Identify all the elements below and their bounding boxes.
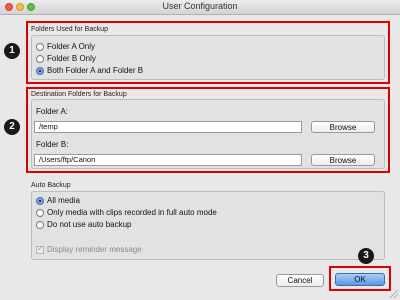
radio-button[interactable]	[36, 54, 44, 63]
callout-badge-3: 3	[358, 248, 374, 264]
folder-a-browse-button[interactable]: Browse	[311, 121, 375, 133]
callout-badge-1: 1	[4, 43, 20, 59]
callout-badge-2: 2	[4, 119, 20, 135]
option-label: Both Folder A and Folder B	[47, 66, 144, 75]
resize-grip-icon[interactable]	[390, 290, 398, 298]
option-label: All media	[47, 196, 80, 205]
radio-button-selected[interactable]	[36, 196, 44, 205]
option-label: Do not use auto backup	[47, 220, 132, 229]
option-folder-b-only[interactable]: Folder B Only	[36, 54, 96, 63]
folder-b-browse-button[interactable]: Browse	[311, 154, 375, 166]
option-both-folders[interactable]: Both Folder A and Folder B	[36, 66, 143, 75]
option-all-media[interactable]: All media	[36, 196, 80, 205]
option-folder-a-only[interactable]: Folder A Only	[36, 42, 95, 51]
cancel-button[interactable]: Cancel	[276, 274, 324, 287]
reminder-label: Display reminder message	[47, 245, 142, 254]
destination-label: Destination Folders for Backup	[31, 91, 127, 98]
display-reminder-option: Display reminder message	[36, 244, 142, 254]
radio-button[interactable]	[36, 208, 44, 217]
radio-button-selected[interactable]	[36, 66, 44, 75]
folders-used-label: Folders Used for Backup	[31, 26, 109, 33]
option-full-auto-only[interactable]: Only media with clips recorded in full a…	[36, 208, 217, 217]
option-label: Folder B Only	[47, 54, 96, 63]
reminder-checkbox	[36, 244, 44, 254]
window-title: User Configuration	[162, 1, 238, 11]
ok-button[interactable]: OK	[335, 273, 385, 286]
radio-button[interactable]	[36, 220, 44, 229]
folder-b-path-field[interactable]: /Users/ftp/Canon	[34, 154, 302, 166]
auto-backup-label: Auto Backup	[31, 182, 71, 189]
folder-a-label: Folder A:	[36, 107, 69, 116]
folder-b-label: Folder B:	[36, 140, 69, 149]
radio-button[interactable]	[36, 42, 44, 51]
option-label: Only media with clips recorded in full a…	[47, 208, 217, 217]
folder-a-path-field[interactable]: /temp	[34, 121, 302, 133]
option-no-auto-backup[interactable]: Do not use auto backup	[36, 220, 132, 229]
option-label: Folder A Only	[47, 42, 96, 51]
